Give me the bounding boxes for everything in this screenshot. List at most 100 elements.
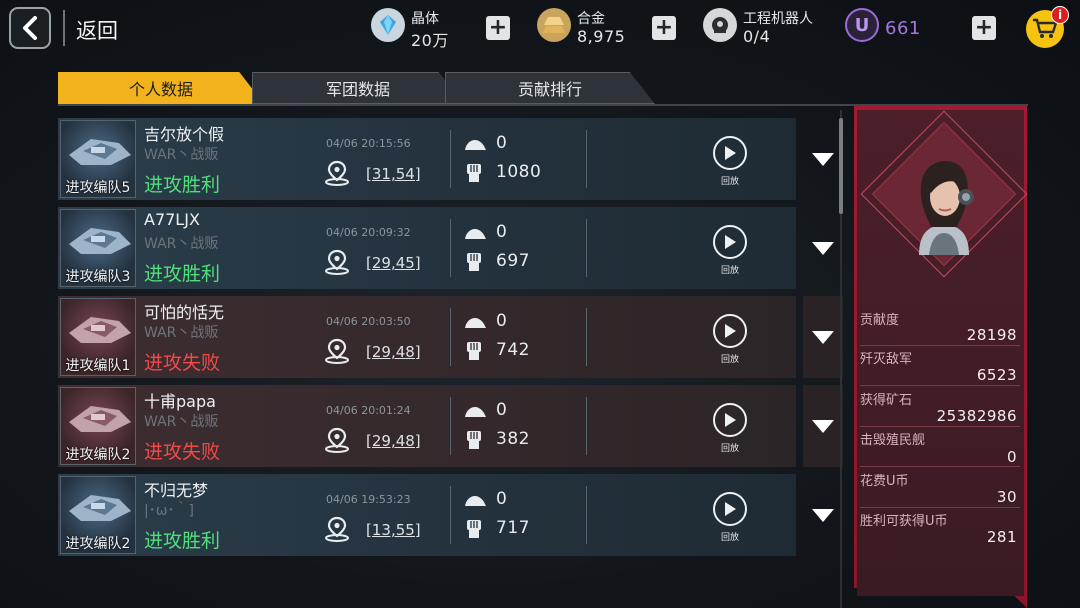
expand-button[interactable] <box>803 474 843 556</box>
row-divider <box>450 219 451 277</box>
guild-name: WAR丶战贩 <box>144 236 219 252</box>
chevron-down-icon <box>812 420 834 433</box>
coordinates-link[interactable]: [29,45] <box>366 254 421 272</box>
coordinates-link[interactable]: [29,48] <box>366 343 421 361</box>
replay-button[interactable] <box>713 136 747 170</box>
tab-personal-data[interactable]: 个人数据 <box>58 72 264 104</box>
top-bar: 返回 晶体 20万 + 合金 8,975 + 工程机器人 0/4 U 661 +… <box>0 0 1080 60</box>
stat-divider <box>860 507 1020 508</box>
kills-icon <box>465 496 486 506</box>
row-divider <box>586 308 587 366</box>
coordinates-link[interactable]: [13,55] <box>366 521 421 539</box>
replay-label: 回放 <box>721 177 740 187</box>
stat-value-ucoin-spent: 30 <box>996 488 1017 506</box>
expand-button[interactable] <box>803 207 843 289</box>
expand-button[interactable] <box>803 296 843 378</box>
stat-label-enemies-destroyed: 歼灭敌军 <box>860 352 913 367</box>
expand-button[interactable] <box>803 118 843 200</box>
scrollbar-thumb[interactable] <box>839 118 843 214</box>
row-divider <box>450 130 451 188</box>
squad-thumbnail: 进攻编队1 <box>60 298 136 376</box>
play-icon <box>725 502 736 516</box>
squad-thumbnail: 进攻编队3 <box>60 209 136 287</box>
kills-count: 0 <box>496 222 507 242</box>
resource-value: 8,975 <box>577 27 626 46</box>
fist-icon <box>467 431 481 449</box>
player-name: 不归无梦 <box>144 481 209 500</box>
replay-button[interactable] <box>713 225 747 259</box>
battle-record-row: 进攻编队2 十甫papa WAR丶战贩 进攻失败 04/06 20:01:24 … <box>58 385 843 467</box>
coordinates-link[interactable]: [31,54] <box>366 165 421 183</box>
resource-value: 20万 <box>411 31 449 50</box>
add-ucoin-button[interactable]: + <box>972 16 996 40</box>
battle-result: 进攻失败 <box>144 352 221 374</box>
row-divider <box>450 308 451 366</box>
location-pin-icon <box>325 427 349 453</box>
squad-thumbnail: 进攻编队2 <box>60 387 136 465</box>
battle-record-row: 进攻编队5 吉尔放个假 WAR丶战贩 进攻胜利 04/06 20:15:56 [… <box>58 118 834 200</box>
add-alloy-button[interactable]: + <box>652 16 676 40</box>
location-pin-icon <box>325 516 349 542</box>
row-divider <box>450 486 451 544</box>
spaceship-icon <box>69 317 131 343</box>
guild-name: WAR丶战贩 <box>144 414 219 430</box>
resource-name: 合金 <box>577 11 605 27</box>
row-divider <box>450 397 451 455</box>
spaceship-icon <box>69 228 131 254</box>
battle-result: 进攻胜利 <box>144 263 221 285</box>
stat-value-enemies-destroyed: 6523 <box>976 366 1017 384</box>
guild-name: |･ω･｀] <box>144 503 194 519</box>
kills-icon <box>465 140 486 150</box>
back-button[interactable] <box>9 7 51 49</box>
avatar <box>899 155 989 255</box>
tab-contribution-ranking[interactable]: 贡献排行 <box>445 72 655 104</box>
replay-label: 回放 <box>721 355 740 365</box>
row-divider <box>586 219 587 277</box>
resource-crystal: 晶体 20万 <box>371 8 491 52</box>
squad-thumbnail: 进攻编队2 <box>60 476 136 554</box>
chevron-down-icon <box>812 153 834 166</box>
battle-time: 04/06 20:01:24 <box>326 404 411 417</box>
replay-label: 回放 <box>721 444 740 454</box>
coordinates-link[interactable]: [29,48] <box>366 432 421 450</box>
battle-record-row: 进攻编队2 不归无梦 |･ω･｀] 进攻胜利 04/06 19:53:23 [1… <box>58 474 834 556</box>
squad-label: 进攻编队2 <box>65 536 131 552</box>
guild-name: WAR丶战贩 <box>144 325 219 341</box>
battle-time: 04/06 20:09:32 <box>326 226 411 239</box>
chevron-left-icon <box>23 16 37 40</box>
expand-button[interactable] <box>803 385 843 467</box>
add-crystal-button[interactable]: + <box>486 16 510 40</box>
kills-icon <box>465 318 486 328</box>
stat-divider <box>860 426 1020 427</box>
replay-button[interactable] <box>713 492 747 526</box>
squad-label: 进攻编队5 <box>65 180 131 196</box>
kills-count: 0 <box>496 489 507 509</box>
kills-count: 0 <box>496 400 507 420</box>
replay-button[interactable] <box>713 314 747 348</box>
chevron-down-icon <box>812 509 834 522</box>
stat-label-ucoin-spent: 花费U币 <box>860 474 909 489</box>
header-divider <box>63 10 65 46</box>
battle-time: 04/06 20:03:50 <box>326 315 411 328</box>
back-label[interactable]: 返回 <box>76 15 118 45</box>
fist-icon <box>467 164 481 182</box>
battle-result: 进攻胜利 <box>144 174 221 196</box>
stat-divider <box>860 385 1020 386</box>
battle-result: 进攻失败 <box>144 441 221 463</box>
play-icon <box>725 146 736 160</box>
player-name: A77LJX <box>144 210 200 229</box>
tab-underline <box>58 104 1028 106</box>
battle-time: 04/06 20:15:56 <box>326 137 411 150</box>
resource-value: 0/4 <box>743 27 771 46</box>
tab-legion-data[interactable]: 军团数据 <box>252 72 464 104</box>
alloy-icon <box>537 8 571 42</box>
replay-label: 回放 <box>721 266 740 276</box>
crystal-icon <box>371 8 405 42</box>
play-icon <box>725 324 736 338</box>
resource-alloy: 合金 8,975 <box>537 8 657 52</box>
fist-icon <box>467 342 481 360</box>
power-value: 717 <box>496 518 530 538</box>
power-value: 697 <box>496 251 530 271</box>
replay-button[interactable] <box>713 403 747 437</box>
stat-label-colony-ships-destroyed: 击毁殖民舰 <box>860 433 926 448</box>
